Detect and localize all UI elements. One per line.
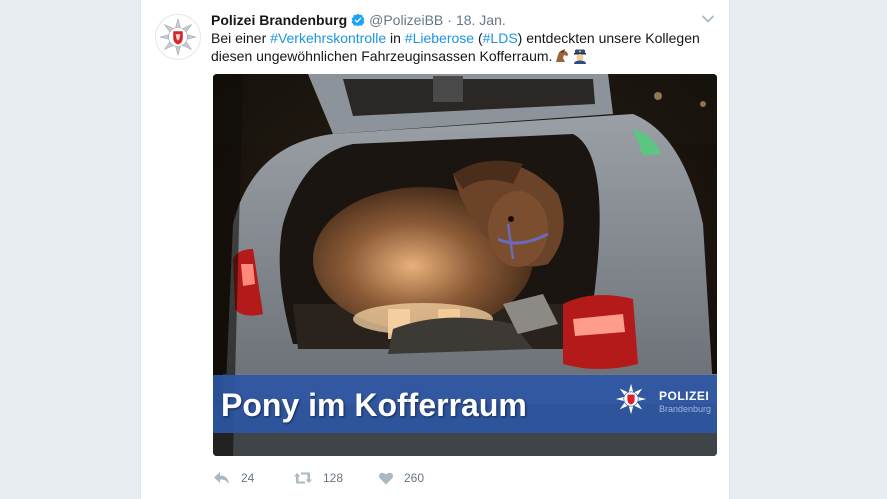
- author-handle[interactable]: @PolizeiBB: [369, 12, 443, 28]
- tweet-date[interactable]: 18. Jan.: [456, 12, 506, 28]
- reply-button[interactable]: 24: [213, 470, 293, 486]
- banner-org: POLIZEI: [659, 389, 710, 403]
- hashtag-link[interactable]: #LDS: [483, 30, 518, 46]
- avatar[interactable]: [155, 14, 201, 60]
- tweet-text-part: Bei einer: [211, 30, 271, 46]
- hashtag-link[interactable]: #Verkehrskontrolle: [270, 30, 386, 46]
- tweet-card[interactable]: Polizei Brandenburg @PolizeiBB · 18. Jan…: [140, 0, 730, 499]
- tweet-text-part: in: [386, 30, 405, 46]
- tweet-text-part: (: [474, 30, 483, 46]
- tweet-header: Polizei Brandenburg @PolizeiBB · 18. Jan…: [211, 10, 719, 30]
- police-officer-emoji-icon: [572, 48, 588, 68]
- tweet-text: Bei einer #Verkehrskontrolle in #Liebero…: [211, 29, 711, 68]
- banner-title: Pony im Kofferraum: [221, 387, 527, 423]
- like-count: 260: [404, 471, 425, 485]
- banner-subtitle: Brandenburg: [659, 404, 712, 414]
- horse-emoji-icon: [554, 48, 570, 68]
- author-name[interactable]: Polizei Brandenburg: [211, 12, 347, 28]
- tweet-actions: 24 128 260: [213, 468, 458, 488]
- chevron-down-icon[interactable]: [701, 12, 715, 29]
- retweet-icon: [294, 472, 312, 484]
- like-button[interactable]: 260: [378, 470, 458, 486]
- like-icon: [379, 472, 393, 485]
- retweet-count: 128: [323, 471, 344, 485]
- photo-banner: Pony im Kofferraum POLIZEI Brandenburg: [213, 375, 717, 433]
- retweet-button[interactable]: 128: [293, 470, 378, 486]
- reply-count: 24: [241, 471, 255, 485]
- verified-badge-icon: [351, 13, 365, 27]
- hashtag-link[interactable]: #Lieberose: [405, 30, 474, 46]
- reply-icon: [214, 472, 229, 484]
- police-star-icon: [615, 383, 647, 415]
- police-star-icon: [159, 18, 197, 56]
- header-separator: ·: [447, 12, 452, 28]
- tweet-photo[interactable]: Pony im Kofferraum POLIZEI Brandenburg: [213, 74, 717, 456]
